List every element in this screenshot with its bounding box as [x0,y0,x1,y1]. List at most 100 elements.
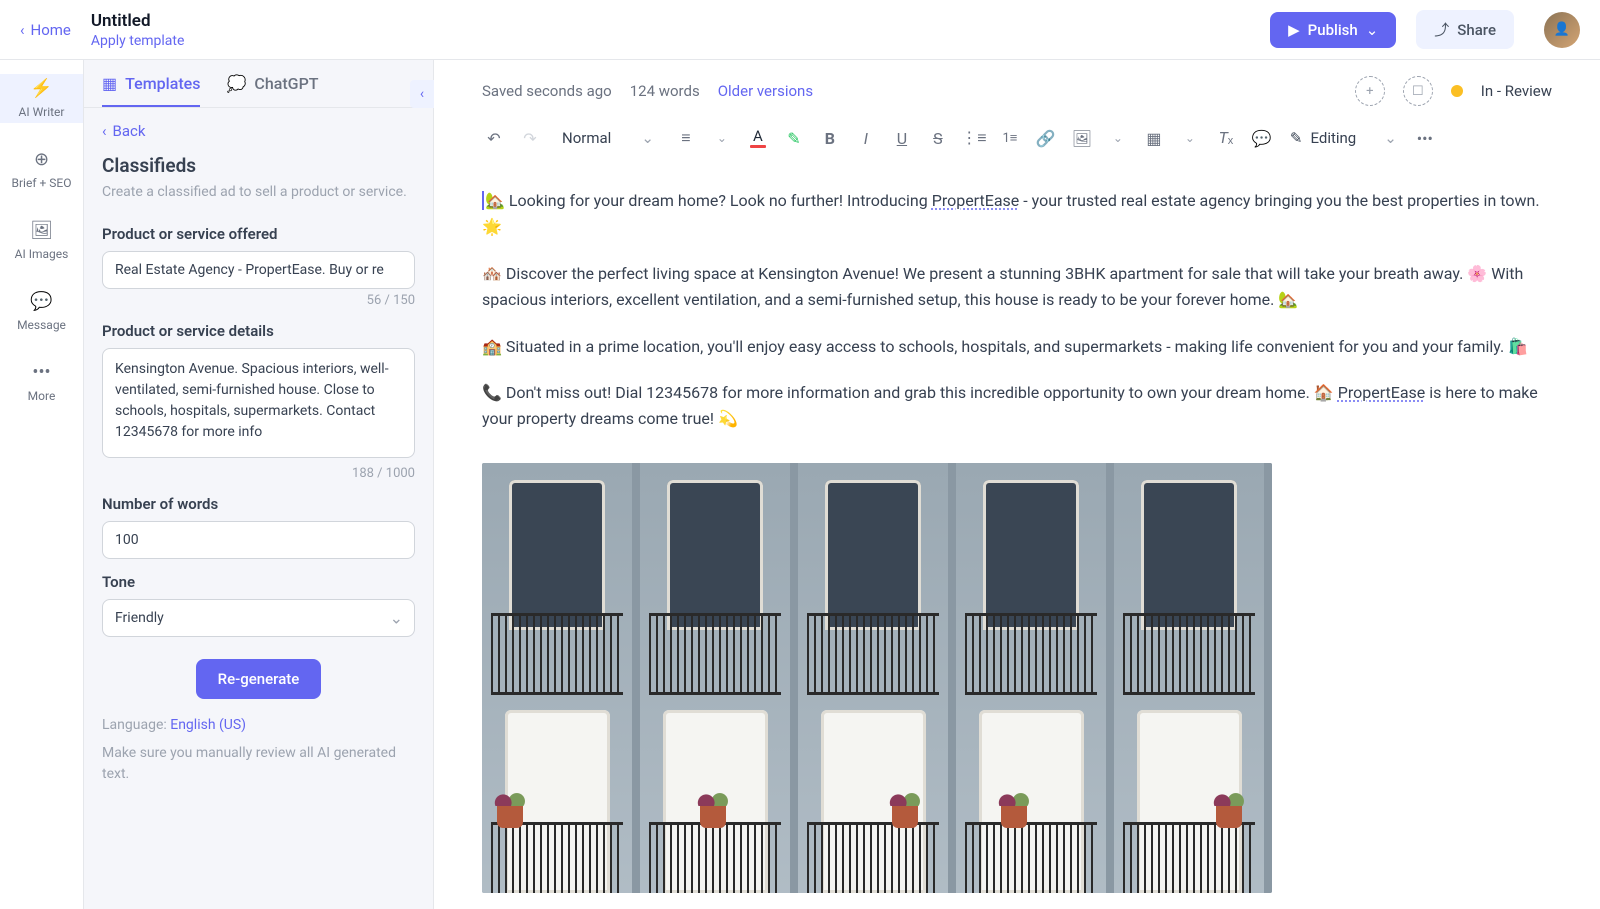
rail-label: Brief + SEO [12,176,72,190]
saved-status: Saved seconds ago [482,82,612,100]
chat-icon: 💬 [30,291,52,312]
play-icon: ▶ [1288,21,1300,39]
product-offered-input[interactable] [102,251,415,289]
chevron-down-icon: ⌄ [641,129,654,147]
home-label: Home [31,21,71,39]
num-words-label: Number of words [102,495,415,513]
bolt-icon: ⚡ [30,78,52,99]
align-button[interactable]: ≡ [670,122,702,154]
paragraph[interactable]: 🏘️ Discover the perfect living space at … [482,261,1552,314]
library-icon: ▦ [102,74,117,93]
share-label: Share [1457,21,1496,39]
undo-icon: ↶ [487,129,500,148]
link-icon: 🔗 [1036,129,1056,148]
review-note: Make sure you manually review all AI gen… [102,743,415,785]
clear-format-button[interactable]: Tₓ [1210,122,1242,154]
strikethrough-button[interactable]: S [922,122,954,154]
redo-button[interactable]: ↷ [514,122,546,154]
chat-bubble-icon: 💭 [226,74,246,93]
document-title[interactable]: Untitled [91,11,185,31]
comment-icon: 💬 [1252,129,1272,148]
target-icon: ⊕ [34,149,49,170]
older-versions-link[interactable]: Older versions [718,82,813,100]
product-offered-count: 56 / 150 [102,293,415,308]
align-left-icon: ≡ [681,128,690,148]
rail-message[interactable]: 💬 Message [0,287,83,336]
review-status-dot [1451,85,1463,97]
add-collaborator-button[interactable]: + [1355,76,1385,106]
text-color-icon: A [753,129,763,144]
rail-brief-seo[interactable]: ⊕ Brief + SEO [0,145,83,194]
italic-button[interactable]: I [850,122,882,154]
regenerate-button[interactable]: Re-generate [196,659,322,699]
editor-area: Saved seconds ago 124 words Older versio… [434,60,1600,909]
apply-template-link[interactable]: Apply template [91,33,185,49]
user-avatar[interactable]: 👤 [1544,12,1580,48]
product-details-input[interactable]: Kensington Avenue. Spacious interiors, w… [102,348,415,458]
underline-button[interactable]: U [886,122,918,154]
schedule-button[interactable]: ☐ [1403,76,1433,106]
left-rail: ⚡ AI Writer ⊕ Brief + SEO 🖼 AI Images 💬 … [0,60,84,909]
italic-icon: I [864,129,868,148]
chevron-down-icon: ⌄ [717,131,727,145]
clear-format-icon: Tₓ [1219,128,1234,148]
link-button[interactable]: 🔗 [1030,122,1062,154]
rail-ai-writer[interactable]: ⚡ AI Writer [0,74,83,123]
tab-chatgpt[interactable]: 💭 ChatGPT [226,74,318,107]
dots-horizontal-icon: ••• [1417,129,1433,148]
rail-ai-images[interactable]: 🖼 AI Images [0,216,83,265]
style-value: Normal [562,129,611,147]
paragraph[interactable]: 🏫 Situated in a prime location, you'll e… [482,334,1552,360]
image-icon: 🖼 [1072,129,1092,148]
rail-more[interactable]: ••• More [0,358,83,407]
font-color-button[interactable]: A [742,129,774,148]
comment-button[interactable]: 💬 [1246,122,1278,154]
numbered-list-button[interactable]: 1≡ [994,122,1026,154]
review-status-text[interactable]: In - Review [1481,82,1552,100]
upload-icon: ⤴ [1434,19,1449,40]
more-toolbar-button[interactable]: ••• [1409,122,1441,154]
image-icon: 🖼 [30,220,53,241]
editor-content[interactable]: 🏡 Looking for your dream home? Look no f… [434,168,1600,909]
paragraph-style-select[interactable]: Normal ⌄ [550,123,666,153]
paragraph[interactable]: 📞 Don't miss out! Dial 12345678 for more… [482,380,1552,433]
product-offered-label: Product or service offered [102,225,415,243]
collapse-panel-button[interactable]: ‹ [410,80,434,108]
home-link[interactable]: ‹ Home [20,21,71,39]
table-dropdown[interactable]: ⌄ [1174,122,1206,154]
bullet-list-icon: ⋮≡ [961,128,986,148]
chevron-left-icon: ‹ [102,122,107,140]
back-label: Back [113,122,146,140]
dots-icon: ••• [32,362,50,383]
language-line: Language: English (US) [102,717,415,733]
numbered-list-icon: 1≡ [1002,130,1017,146]
rail-label: Message [17,318,66,332]
chevron-left-icon: ‹ [20,21,25,39]
table-button[interactable]: ▦ [1138,122,1170,154]
tone-label: Tone [102,573,415,591]
bullet-list-button[interactable]: ⋮≡ [958,122,990,154]
language-link[interactable]: English (US) [170,717,246,733]
chevron-down-icon: ⌄ [1185,131,1195,145]
highlight-button[interactable]: ✎ [778,122,810,154]
content-image[interactable] [482,463,1272,893]
image-button[interactable]: 🖼 [1066,122,1098,154]
brand-mention: PropertEase [1338,383,1426,402]
chevron-down-icon: ⌄ [1384,129,1397,147]
template-subtitle: Create a classified ad to sell a product… [102,183,415,203]
bold-button[interactable]: B [814,122,846,154]
editing-mode-select[interactable]: ✎ Editing ⌄ [1282,129,1405,147]
publish-button[interactable]: ▶ Publish ⌄ [1270,12,1396,48]
tone-select[interactable] [102,599,415,637]
paragraph[interactable]: 🏡 Looking for your dream home? Look no f… [482,188,1552,241]
table-icon: ▦ [1146,129,1161,148]
back-link[interactable]: ‹ Back [102,122,415,140]
image-dropdown[interactable]: ⌄ [1102,122,1134,154]
pencil-icon: ✎ [1290,129,1303,147]
share-button[interactable]: ⤴ Share [1416,10,1514,49]
tab-templates[interactable]: ▦ Templates [102,74,200,107]
rail-label: AI Images [15,247,69,261]
num-words-input[interactable] [102,521,415,559]
undo-button[interactable]: ↶ [478,122,510,154]
align-dropdown[interactable]: ⌄ [706,122,738,154]
